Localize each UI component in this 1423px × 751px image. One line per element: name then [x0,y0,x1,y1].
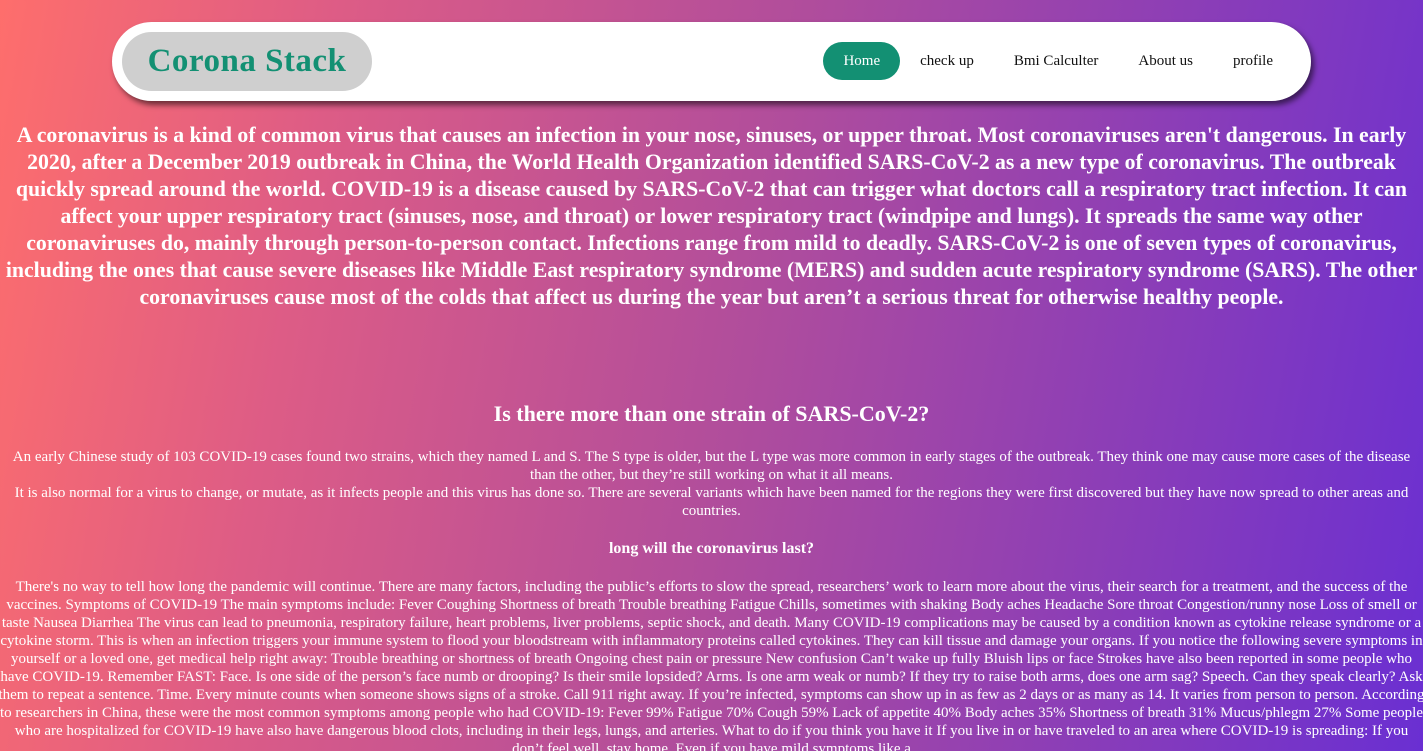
intro-paragraph: A coronavirus is a kind of common virus … [5,123,1418,309]
nav-bmi-calculator[interactable]: Bmi Calculter [994,42,1119,80]
nav-home[interactable]: Home [823,42,901,80]
nav-profile[interactable]: profile [1213,42,1293,80]
duration-heading: long will the coronavirus last? [608,540,815,557]
navbar: Corona Stack Home check up Bmi Calculter… [112,22,1311,101]
strains-paragraph-1: An early Chinese study of 103 COVID-19 c… [12,449,1411,483]
brand-logo[interactable]: Corona Stack [122,32,372,91]
strains-paragraph-2: It is also normal for a virus to change,… [14,485,1409,519]
strains-heading: Is there more than one strain of SARS-Co… [493,401,930,426]
duration-paragraph: There's no way to tell how long the pand… [0,579,1423,751]
nav-about-us[interactable]: About us [1118,42,1213,80]
nav-checkup[interactable]: check up [900,42,994,80]
nav-links: Home check up Bmi Calculter About us pro… [823,42,1293,80]
